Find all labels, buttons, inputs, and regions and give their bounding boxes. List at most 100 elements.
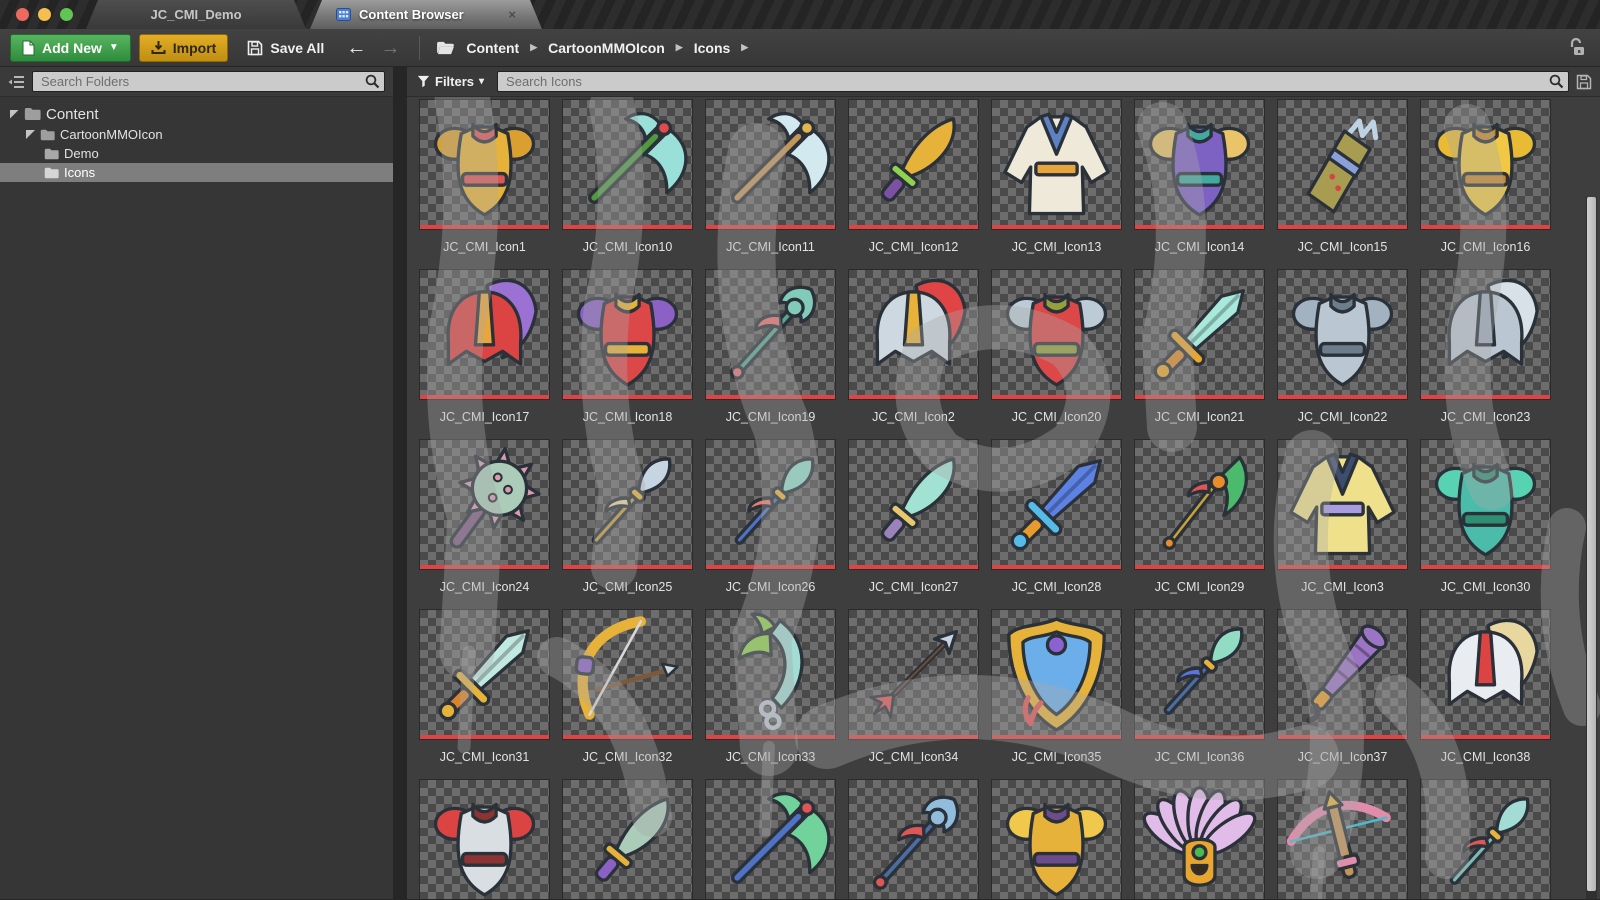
- tab-content-browser[interactable]: Content Browser ×: [310, 0, 542, 29]
- teal-halberd-axe-icon: [563, 100, 692, 229]
- search-assets-input[interactable]: [497, 71, 1569, 92]
- asset-item[interactable]: JC_CMI_Icon31: [420, 610, 549, 780]
- teal-sword-gold-hilt-icon: [1135, 270, 1264, 399]
- asset-item[interactable]: JC_CMI_Icon34: [849, 610, 978, 780]
- asset-item[interactable]: JC_CMI_Icon2: [849, 270, 978, 440]
- asset-item[interactable]: JC_CMI_Icon32: [563, 610, 692, 780]
- asset-item[interactable]: JC_CMI_Icon11: [706, 100, 835, 270]
- asset-thumbnail-checkerboard: [420, 610, 549, 739]
- panel-divider[interactable]: [393, 67, 407, 899]
- asset-item[interactable]: JC_CMI_Icon25: [563, 440, 692, 610]
- tree-item-icons[interactable]: Icons: [0, 163, 393, 182]
- asset-item[interactable]: JC_CMI_Icon36: [1135, 610, 1264, 780]
- breadcrumb-separator-icon[interactable]: ▶: [530, 42, 537, 53]
- lock-content-browser-button[interactable]: [1569, 38, 1586, 57]
- back-button[interactable]: ←: [343, 38, 369, 58]
- asset-thumbnail-checkerboard: [1135, 780, 1264, 899]
- asset-item[interactable]: JC_CMI_Icon33: [706, 610, 835, 780]
- asset-item[interactable]: JC_CMI_Icon17: [420, 270, 549, 440]
- asset-item[interactable]: JC_CMI_Icon3: [1278, 440, 1407, 610]
- vertical-scrollbar[interactable]: [1586, 197, 1597, 899]
- breadcrumb-content[interactable]: Content: [466, 40, 519, 56]
- asset-item[interactable]: JC_CMI_Icon37: [1278, 610, 1407, 780]
- asset-item[interactable]: JC_CMI_Icon19: [706, 270, 835, 440]
- forward-button[interactable]: →: [377, 38, 403, 58]
- asset-thumbnail-checkerboard: [1278, 270, 1407, 399]
- breadcrumb-cartoonmmoicon[interactable]: CartoonMMOIcon: [548, 40, 665, 56]
- asset-item[interactable]: JC_CMI_Icon1: [420, 100, 549, 270]
- asset-name-label: JC_CMI_Icon34: [849, 750, 978, 764]
- asset-item[interactable]: [563, 780, 692, 899]
- asset-panel: Filters ▾: [407, 67, 1600, 899]
- tree-item-demo[interactable]: Demo: [0, 144, 393, 163]
- asset-thumbnail-checkerboard: [420, 440, 549, 569]
- sources-toggle-icon[interactable]: [8, 75, 25, 89]
- tab-jc-cmi-demo[interactable]: JC_CMI_Demo: [86, 0, 306, 29]
- pink-crossbow-icon: [1278, 780, 1407, 899]
- asset-item[interactable]: JC_CMI_Icon16: [1421, 100, 1550, 270]
- asset-item[interactable]: JC_CMI_Icon26: [706, 440, 835, 610]
- save-all-button[interactable]: Save All: [236, 34, 335, 62]
- asset-item[interactable]: JC_CMI_Icon38: [1421, 610, 1550, 780]
- minimize-window-icon[interactable]: [38, 8, 51, 21]
- asset-item[interactable]: JC_CMI_Icon13: [992, 100, 1121, 270]
- teal-scale-armor-icon: [1421, 440, 1550, 569]
- gold-curved-dagger-icon: [849, 100, 978, 229]
- search-folders-input[interactable]: [32, 71, 385, 92]
- asset-item[interactable]: [849, 780, 978, 899]
- close-window-icon[interactable]: [16, 8, 29, 21]
- breadcrumb-separator-icon[interactable]: ▶: [741, 42, 748, 53]
- import-button[interactable]: Import: [139, 34, 229, 62]
- gold-blue-shield-gem-icon: [992, 610, 1121, 739]
- asset-item[interactable]: JC_CMI_Icon18: [563, 270, 692, 440]
- tree-item-content[interactable]: Content: [0, 103, 393, 125]
- asset-item[interactable]: JC_CMI_Icon10: [563, 100, 692, 270]
- asset-thumbnail-checkerboard: [849, 610, 978, 739]
- asset-thumbnail-checkerboard: [1278, 780, 1407, 899]
- maximize-window-icon[interactable]: [60, 8, 73, 21]
- asset-item[interactable]: JC_CMI_Icon24: [420, 440, 549, 610]
- asset-thumbnail-checkerboard: [992, 100, 1121, 229]
- silver-head-spear-icon: [563, 440, 692, 569]
- breadcrumb-icons[interactable]: Icons: [694, 40, 731, 56]
- broad-teal-sword-icon: [420, 610, 549, 739]
- gold-plate-armor-icon: [1421, 100, 1550, 229]
- expand-arrow-icon[interactable]: [10, 110, 19, 119]
- pale-green-dagger-icon: [563, 780, 692, 899]
- expand-arrow-icon[interactable]: [26, 130, 35, 139]
- asset-item[interactable]: JC_CMI_Icon30: [1421, 440, 1550, 610]
- asset-item[interactable]: JC_CMI_Icon23: [1421, 270, 1550, 440]
- asset-item[interactable]: [1135, 780, 1264, 899]
- save-search-button[interactable]: [1576, 74, 1592, 90]
- asset-item[interactable]: JC_CMI_Icon15: [1278, 100, 1407, 270]
- close-tab-icon[interactable]: ×: [508, 7, 516, 22]
- tree-item-cartoonmmoicon[interactable]: CartoonMMOIcon: [0, 125, 393, 144]
- add-new-button[interactable]: Add New ▼: [10, 34, 131, 62]
- asset-name-label: JC_CMI_Icon18: [563, 410, 692, 424]
- asset-item[interactable]: JC_CMI_Icon22: [1278, 270, 1407, 440]
- asset-thumbnail-checkerboard: [1278, 100, 1407, 229]
- folder-icon: [40, 129, 55, 141]
- asset-item[interactable]: JC_CMI_Icon14: [1135, 100, 1264, 270]
- asset-item[interactable]: [992, 780, 1121, 899]
- asset-item[interactable]: JC_CMI_Icon28: [992, 440, 1121, 610]
- asset-item[interactable]: JC_CMI_Icon12: [849, 100, 978, 270]
- filters-button[interactable]: Filters ▾: [415, 74, 490, 89]
- asset-item[interactable]: [706, 780, 835, 899]
- asset-grid: JC_CMI_Icon1JC_CMI_Icon10JC_CMI_Icon11JC…: [420, 100, 1550, 899]
- scrollbar-thumb[interactable]: [1587, 197, 1596, 891]
- asset-item[interactable]: JC_CMI_Icon21: [1135, 270, 1264, 440]
- asset-item[interactable]: JC_CMI_Icon20: [992, 270, 1121, 440]
- green-glaive-icon: [1135, 440, 1264, 569]
- asset-name-label: JC_CMI_Icon32: [563, 750, 692, 764]
- asset-item[interactable]: JC_CMI_Icon29: [1135, 440, 1264, 610]
- breadcrumb-separator-icon[interactable]: ▶: [676, 42, 683, 53]
- asset-thumbnail-checkerboard: [1278, 440, 1407, 569]
- asset-item[interactable]: [1421, 780, 1550, 899]
- asset-item[interactable]: JC_CMI_Icon27: [849, 440, 978, 610]
- purple-vest-armor-icon: [1135, 100, 1264, 229]
- asset-item[interactable]: [420, 780, 549, 899]
- asset-item[interactable]: JC_CMI_Icon35: [992, 610, 1121, 780]
- asset-item[interactable]: [1278, 780, 1407, 899]
- asset-thumbnail-checkerboard: [563, 440, 692, 569]
